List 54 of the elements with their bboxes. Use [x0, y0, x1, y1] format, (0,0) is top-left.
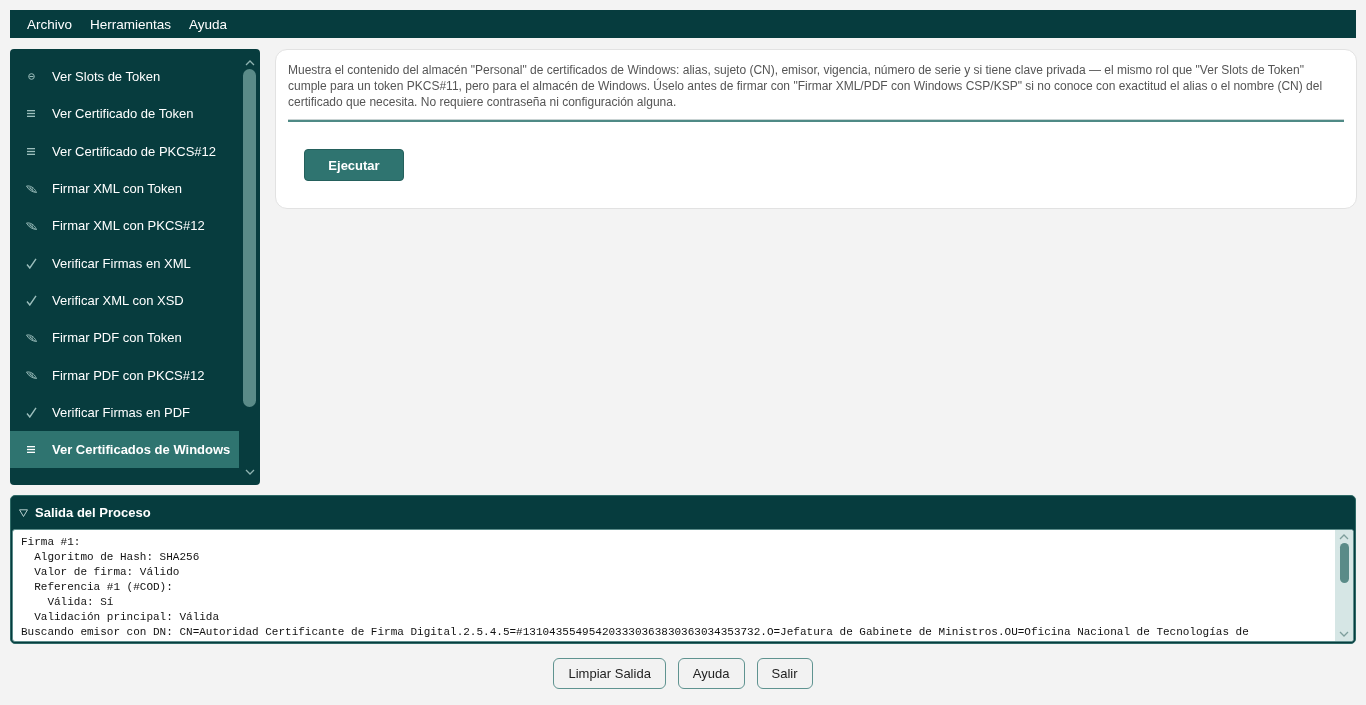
menu-item[interactable]: Herramientas: [90, 16, 172, 32]
sidebar-item-label: Verificar Firmas en XML: [52, 255, 191, 271]
help-button[interactable]: Ayuda: [677, 658, 745, 689]
sidebar-item[interactable]: Ver Certificado de Token: [10, 95, 239, 133]
list-icon: [27, 147, 35, 155]
output-line: Algoritmo de Hash: SHA256: [33, 550, 200, 565]
check-icon: [25, 406, 37, 418]
menu-item[interactable]: Ayuda: [189, 16, 228, 32]
sidebar-item-label: Firmar PDF con Token: [52, 330, 182, 346]
sidebar-item-label: Ver Certificados de Windows: [52, 442, 231, 458]
feather-icon: [25, 333, 37, 342]
check-icon: [25, 257, 37, 269]
sidebar-item-label: Firmar XML con PKCS#12: [52, 218, 205, 234]
clear-output-button[interactable]: Limpiar Salida: [553, 658, 666, 689]
menu-item[interactable]: Archivo: [27, 16, 72, 32]
sidebar-item[interactable]: Firmar PDF con PKCS#12: [10, 356, 239, 394]
sidebar-item[interactable]: Verificar Firmas en PDF: [10, 393, 239, 431]
sidebar-item-label: Ver Slots de Token: [52, 69, 161, 85]
feather-icon: [25, 184, 37, 193]
scrollbar-thumb[interactable]: [1339, 543, 1349, 583]
scroll-down-icon[interactable]: [244, 469, 255, 475]
check-icon: [25, 294, 37, 306]
sidebar-item[interactable]: Verificar Firmas en XML: [10, 244, 239, 282]
sidebar-item-label: Firmar PDF con PKCS#12: [52, 367, 205, 383]
list-icon: [27, 110, 35, 118]
scrollbar-thumb[interactable]: [243, 69, 256, 407]
description-text: Muestra el contenido del almacén "Personal" de certificados de Windows: alias, sujeto (CN), emisor, vigencia, número de serie y si tiene clave privada — el mismo rol que "Ver Slots de Token" cumple para un token PKCS#11, pero para el almacén de Windows. Úselo antes de firmar con "Firmar XML/PDF con Windows CSP/KSP" si no conoce con exactitud el alias o el nombre (CN) del certificado que necesita. No requiere contraseña ni configuración alguna.: [288, 62, 1324, 110]
output-line: Validación principal: Válida: [33, 610, 220, 625]
sidebar-item-label: Firmar XML con Token: [52, 181, 183, 197]
feather-icon: [25, 371, 37, 379]
output-line: Válida: Sí: [46, 595, 114, 610]
feather-icon: [25, 221, 37, 230]
sidebar-item-label: Ver Certificado de PKCS#12: [52, 143, 217, 159]
output-line: Firma #1:: [21, 535, 81, 550]
sidebar-item-label: Verificar XML con XSD: [52, 292, 184, 308]
sidebar-item[interactable]: Verificar XML con XSD: [10, 281, 239, 320]
sidebar-item[interactable]: Firmar XML con Token: [10, 169, 239, 208]
sidebar-item-label: Verificar Firmas en PDF: [52, 404, 190, 420]
output-line: Valor de firma: Válido: [33, 565, 180, 580]
sidebar-item-label: Ver Certificado de Token: [52, 106, 194, 122]
output-line: Referencia #1 (#COD):: [33, 580, 173, 595]
scroll-up-icon[interactable]: [244, 60, 255, 66]
sidebar-item[interactable]: Ver Certificado de PKCS#12: [10, 132, 239, 170]
output-line: Buscando emisor con DN: CN=Autoridad Certificante de Firma Digital.2.5.4.5=#131043554954203330363830363034353732.O=Jefatura de Gabinete de Ministros.OU=Oficina Nacional de Tecnologías de: [21, 625, 1249, 640]
sidebar-item[interactable]: Ver Certificados de Windows: [10, 430, 239, 469]
run-button[interactable]: Ejecutar: [304, 149, 404, 181]
circle-icon: [27, 73, 35, 81]
sidebar-item[interactable]: Firmar XML con PKCS#12: [10, 207, 239, 245]
sidebar-item[interactable]: Ver Slots de Token: [10, 58, 239, 96]
sidebar-item[interactable]: Firmar PDF con Token: [10, 319, 239, 357]
triangle-down-icon[interactable]: [19, 508, 28, 517]
exit-button[interactable]: Salir: [756, 658, 813, 689]
panel-title: Salida del Proceso: [35, 505, 151, 520]
list-icon: [27, 446, 35, 454]
